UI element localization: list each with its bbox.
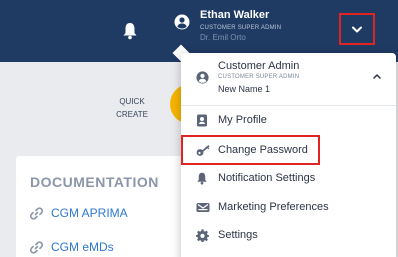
- doc-link-cgm-emds[interactable]: CGM eMDs: [30, 240, 114, 254]
- chevron-down-icon: [352, 26, 362, 32]
- user-circle-icon: [196, 71, 209, 84]
- link-icon: [30, 206, 43, 220]
- account-role: CUSTOMER SUPER ADMIN: [218, 74, 300, 80]
- doc-link-label: CGM APRIMA: [51, 206, 128, 220]
- menu-item-label: Settings: [218, 229, 258, 241]
- quick-create-label[interactable]: QUICK CREATE: [110, 95, 154, 121]
- user-dropdown-menu: Customer Admin CUSTOMER SUPER ADMIN New …: [181, 53, 396, 257]
- user-menu-toggle-button[interactable]: [339, 13, 375, 45]
- menu-item-marketing-preferences[interactable]: Marketing Preferences: [181, 193, 396, 221]
- menu-item-label: My Profile: [218, 114, 267, 126]
- documentation-title: DOCUMENTATION: [30, 174, 159, 190]
- quick-create-line1: QUICK: [119, 97, 145, 106]
- user-circle-icon: [174, 14, 190, 30]
- menu-item-label: Notification Settings: [218, 172, 316, 184]
- contact-card-icon: [197, 114, 207, 126]
- user-role: CUSTOMER SUPER ADMIN: [200, 25, 282, 31]
- menu-item-notification-settings[interactable]: Notification Settings: [181, 164, 396, 192]
- account-subtitle: New Name 1: [218, 84, 271, 94]
- bell-icon[interactable]: [122, 22, 138, 40]
- quick-create-line2: CREATE: [116, 110, 148, 119]
- menu-item-label: Change Password: [218, 144, 308, 156]
- menu-item-my-profile[interactable]: My Profile: [181, 106, 396, 134]
- link-icon: [30, 240, 43, 254]
- user-subtitle: Dr. Emil Orto: [200, 33, 246, 42]
- doc-link-cgm-aprima[interactable]: CGM APRIMA: [30, 206, 128, 220]
- account-name: Customer Admin: [218, 60, 300, 72]
- chevron-up-icon[interactable]: [373, 73, 381, 79]
- bell-icon: [197, 172, 207, 184]
- megaphone-icon: [196, 202, 210, 212]
- menu-item-label: Marketing Preferences: [218, 201, 329, 213]
- user-menu[interactable]: Ethan Walker CUSTOMER SUPER ADMIN Dr. Em…: [174, 10, 281, 42]
- key-icon: [196, 144, 210, 156]
- menu-item-settings[interactable]: Settings: [181, 221, 396, 249]
- user-name: Ethan Walker: [200, 9, 270, 21]
- gear-icon: [196, 228, 209, 242]
- account-switcher[interactable]: Customer Admin CUSTOMER SUPER ADMIN New …: [181, 53, 396, 103]
- doc-link-label: CGM eMDs: [51, 240, 114, 254]
- menu-item-change-password[interactable]: Change Password: [181, 136, 396, 164]
